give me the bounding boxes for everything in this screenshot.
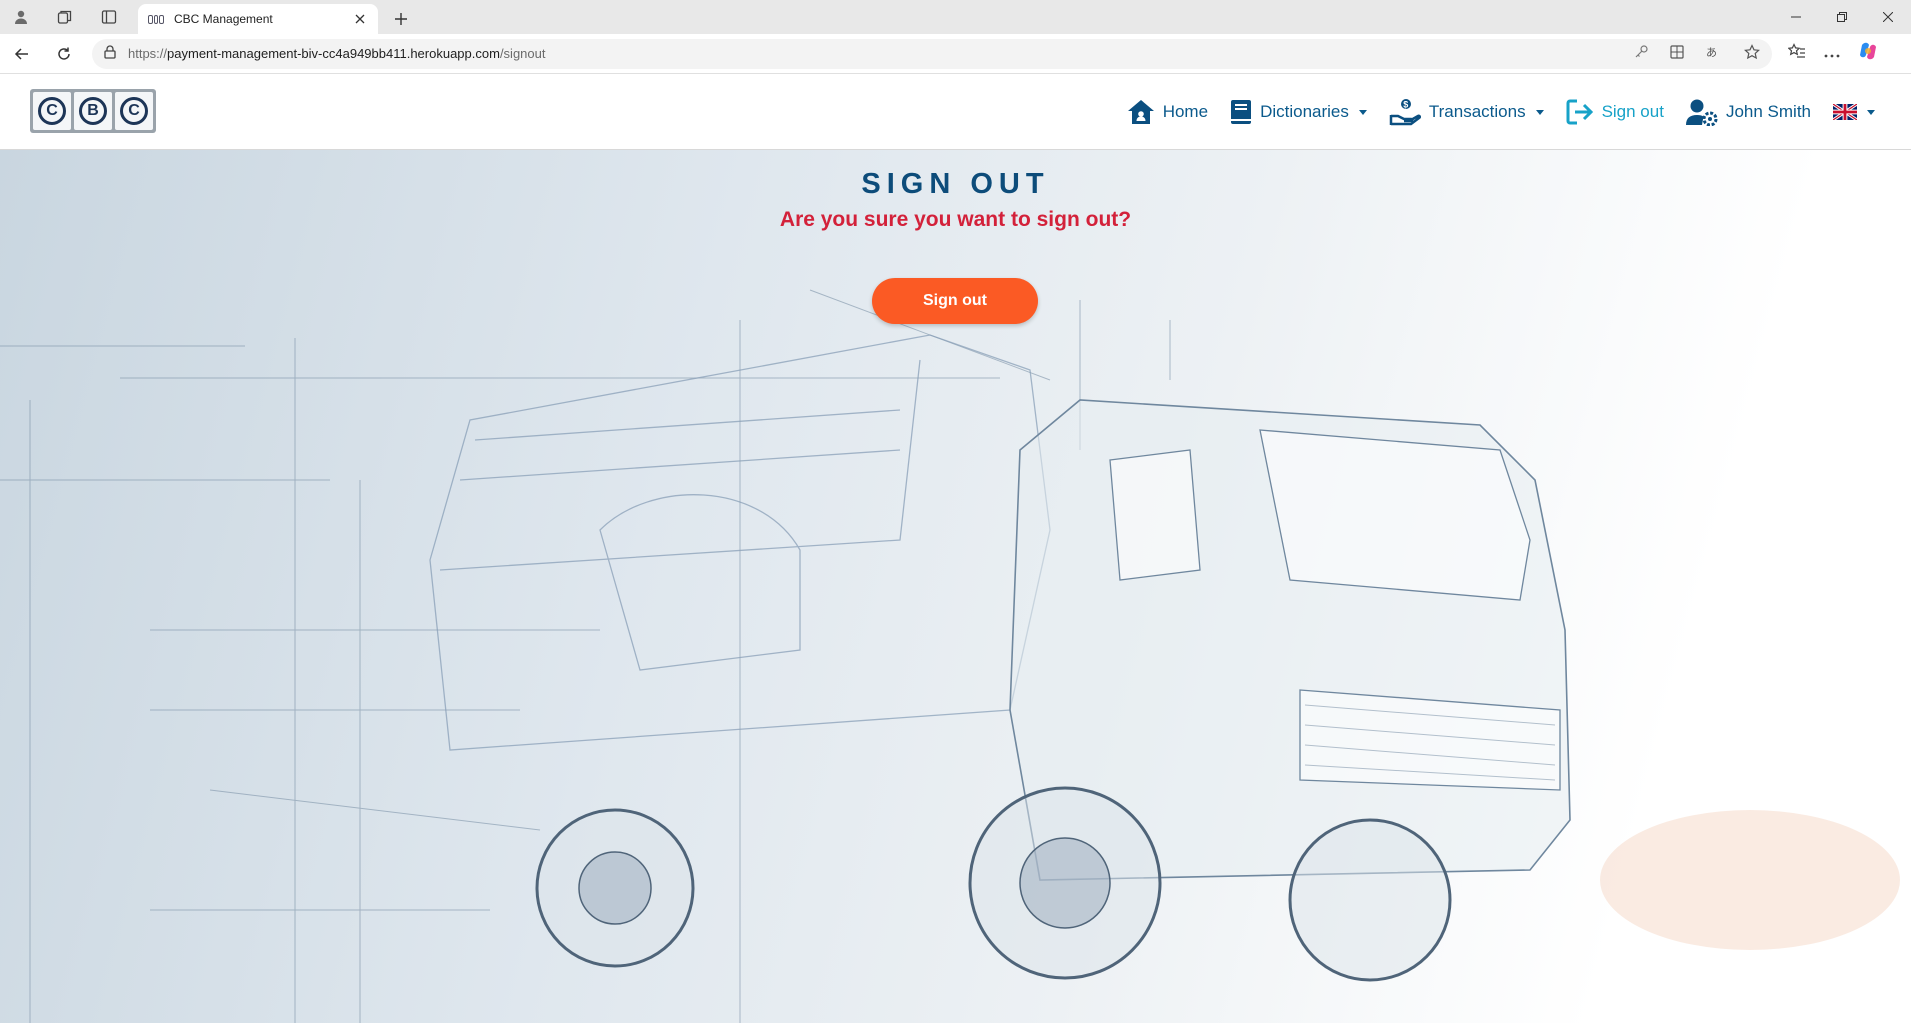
tabstrip-left-icons bbox=[0, 0, 124, 34]
nav-signout-label: Sign out bbox=[1601, 102, 1664, 121]
nav-dictionaries-label: Dictionaries bbox=[1260, 102, 1349, 121]
page-title: SIGN OUT bbox=[861, 168, 1050, 200]
translate-icon[interactable]: あ bbox=[1706, 45, 1722, 62]
favorites-icon[interactable] bbox=[1787, 43, 1806, 64]
omnibox-icons: あ bbox=[1634, 44, 1760, 63]
book-icon bbox=[1231, 100, 1252, 124]
logo-cell: C bbox=[115, 92, 153, 130]
restore-icon[interactable] bbox=[1819, 0, 1865, 34]
cbc-favicon-icon bbox=[148, 14, 165, 24]
confirm-question: Are you sure you want to sign out? bbox=[779, 208, 1132, 231]
browser-tab-strip: CBC Management bbox=[0, 0, 1911, 34]
workspaces-icon[interactable] bbox=[50, 2, 80, 32]
copilot-icon[interactable] bbox=[1858, 41, 1878, 66]
browser-toolbar-right bbox=[1787, 41, 1878, 66]
logo-cell: B bbox=[74, 92, 112, 130]
main-menu: Home Dictionaries $ Transactions Sign ou… bbox=[1127, 74, 1875, 150]
svg-text:あ: あ bbox=[1706, 46, 1717, 59]
refresh-icon[interactable] bbox=[44, 36, 84, 72]
vertical-tabs-icon[interactable] bbox=[94, 2, 124, 32]
home-icon bbox=[1127, 100, 1154, 124]
nav-dictionaries[interactable]: Dictionaries bbox=[1230, 99, 1367, 125]
profile-icon[interactable] bbox=[6, 2, 36, 32]
language-selector[interactable] bbox=[1833, 104, 1875, 120]
lock-icon[interactable] bbox=[104, 45, 116, 62]
logo-cell: C bbox=[33, 92, 71, 130]
sign-out-button[interactable]: Sign out bbox=[872, 278, 1038, 324]
favorite-star-icon[interactable] bbox=[1744, 44, 1760, 63]
back-icon[interactable] bbox=[2, 36, 42, 72]
chevron-down-icon bbox=[1535, 109, 1544, 115]
new-tab-button[interactable] bbox=[384, 4, 418, 34]
uk-flag-icon bbox=[1833, 104, 1857, 120]
url-bar[interactable]: https://payment-management-biv-cc4a949bb… bbox=[92, 38, 1772, 69]
minimize-icon[interactable] bbox=[1773, 0, 1819, 34]
user-cog-icon bbox=[1685, 99, 1718, 126]
browser-address-bar: https://payment-management-biv-cc4a949bb… bbox=[0, 34, 1911, 74]
tab-title: CBC Management bbox=[174, 12, 273, 26]
window-controls bbox=[1773, 0, 1911, 34]
apps-icon[interactable] bbox=[1670, 45, 1684, 62]
nav-home-label: Home bbox=[1162, 102, 1209, 121]
chevron-down-icon bbox=[1867, 109, 1875, 115]
top-navbar: C B C Home Dictionaries $ Transactions S… bbox=[0, 74, 1911, 150]
more-options-icon[interactable] bbox=[1824, 45, 1840, 63]
chevron-down-icon bbox=[1358, 109, 1367, 115]
tab-close-icon[interactable] bbox=[352, 11, 368, 27]
nav-signout[interactable]: Sign out bbox=[1566, 99, 1664, 125]
nav-transactions[interactable]: $ Transactions bbox=[1389, 98, 1544, 126]
nav-transactions-label: Transactions bbox=[1428, 102, 1526, 121]
nav-home[interactable]: Home bbox=[1127, 99, 1208, 125]
cbc-logo[interactable]: C B C bbox=[30, 89, 156, 133]
browser-tab-active[interactable]: CBC Management bbox=[138, 4, 378, 34]
close-window-icon[interactable] bbox=[1865, 0, 1911, 34]
url-text[interactable]: https://payment-management-biv-cc4a949bb… bbox=[128, 46, 1622, 61]
svg-text:$: $ bbox=[1403, 99, 1408, 109]
hand-money-icon: $ bbox=[1389, 99, 1421, 126]
hero-background: SIGN OUT Are you sure you want to sign o… bbox=[0, 150, 1911, 1023]
sign-out-icon bbox=[1566, 99, 1593, 125]
password-key-icon[interactable] bbox=[1634, 45, 1648, 62]
nav-user-label: John Smith bbox=[1725, 102, 1811, 121]
nav-user[interactable]: John Smith bbox=[1685, 98, 1811, 126]
page: C B C Home Dictionaries $ Transactions S… bbox=[0, 74, 1911, 1023]
